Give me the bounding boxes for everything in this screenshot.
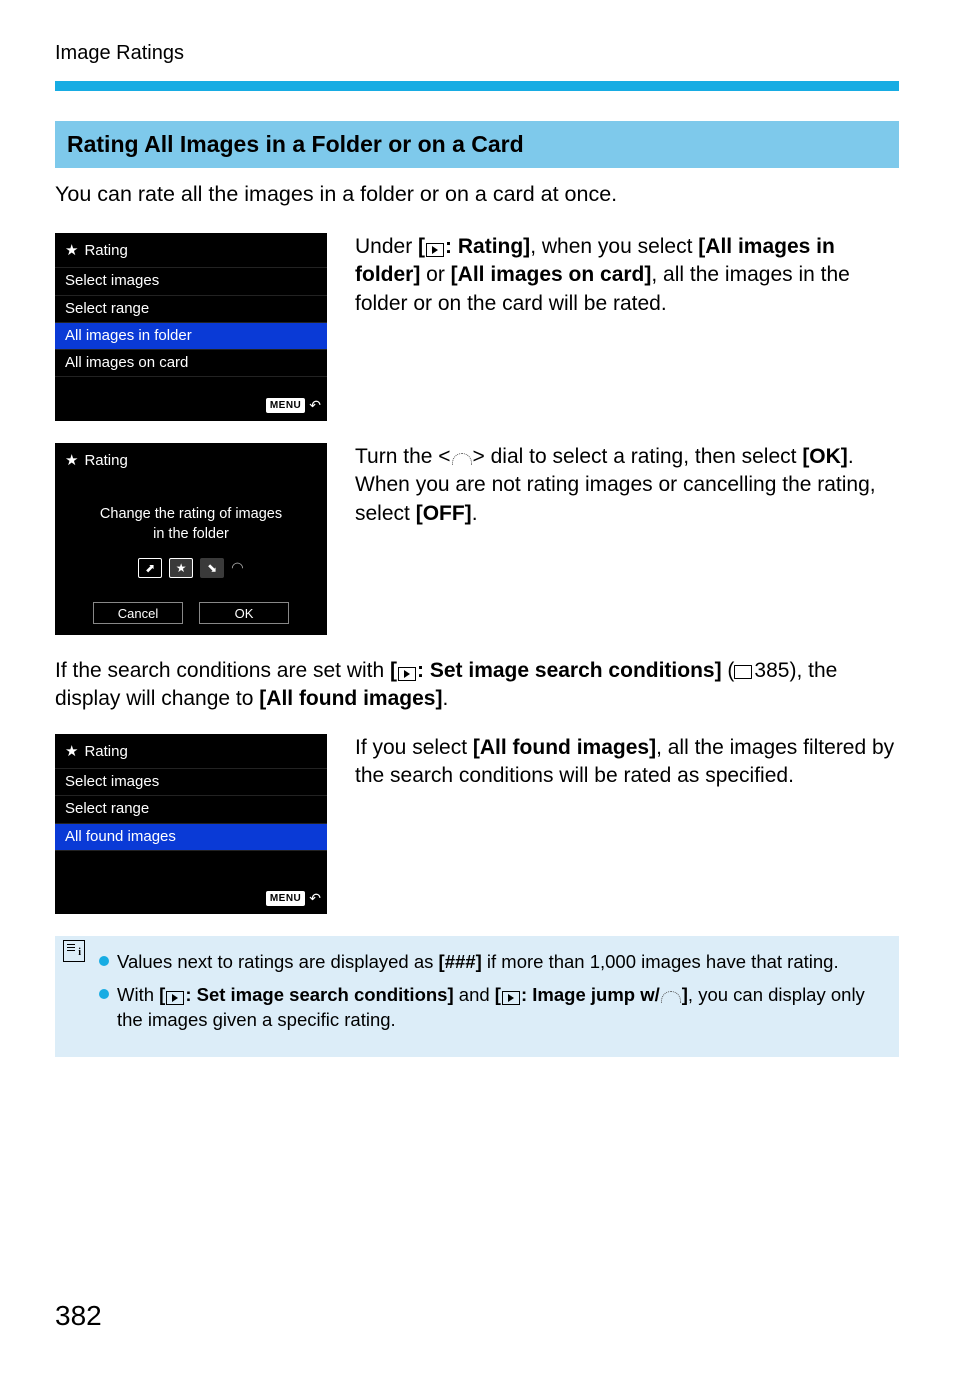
t: > dial to select a rating, then select (473, 445, 803, 468)
page-number: 382 (55, 1297, 899, 1335)
t: . (472, 502, 478, 525)
t: Under (355, 235, 418, 258)
menu-item[interactable]: Select images (55, 268, 327, 295)
note-item: Values next to ratings are displayed as … (99, 950, 883, 975)
row-screen2: ★ Rating Change the rating of images in … (55, 443, 899, 635)
t: [ (495, 984, 501, 1005)
t: : Set image search conditions] (417, 659, 722, 682)
para3: If the search conditions are set with [:… (55, 657, 899, 714)
t: With (117, 984, 159, 1005)
screen2-title-text: Rating (84, 451, 127, 471)
menu-item-selected[interactable]: All found images (55, 824, 327, 851)
t: [All found images] (259, 687, 442, 710)
screen3-menu: Select images Select range All found ima… (55, 768, 327, 851)
screen2-line2: in the folder (65, 525, 317, 545)
t: Turn the < (355, 445, 451, 468)
playback-icon (426, 243, 444, 257)
dial-icon (661, 991, 681, 1003)
menu-item[interactable]: Select range (55, 796, 327, 823)
t: , when you select (530, 235, 698, 258)
dial-icon: ◠ (231, 559, 244, 579)
page-header-label: Image Ratings (55, 40, 899, 67)
screen2-body: Change the rating of images in the folde… (55, 477, 327, 624)
block2-text: Turn the < > dial to select a rating, the… (355, 443, 899, 528)
dial-icon (452, 453, 472, 465)
t: [ (390, 659, 397, 682)
section-title: Rating All Images in a Folder or on a Ca… (55, 121, 899, 168)
book-icon (734, 665, 752, 679)
t: ( (722, 659, 735, 682)
star-icon: ★ (65, 241, 78, 261)
row-screen3: ★ Rating Select images Select range All … (55, 734, 899, 914)
t: [OK] (802, 445, 848, 468)
note-box: Values next to ratings are displayed as … (55, 936, 899, 1057)
menu-item[interactable]: Select range (55, 296, 327, 323)
menu-chip: MENU (266, 891, 305, 907)
t: [All images on card] (451, 263, 652, 286)
t: If you select (355, 736, 473, 759)
block3-text: If you select [All found images], all th… (355, 734, 899, 791)
t: if more than 1,000 images have that rati… (482, 951, 839, 972)
t: Values next to ratings are displayed as (117, 951, 439, 972)
rating-selector[interactable]: ⬈ ★ ⬊ ◠ (65, 558, 317, 578)
t: or (420, 263, 450, 286)
t: [###] (439, 951, 482, 972)
t: . (442, 687, 448, 710)
screen3-title: ★ Rating (55, 734, 327, 768)
screen1-menu: Select images Select range All images in… (55, 267, 327, 377)
screen2-line1: Change the rating of images (65, 505, 317, 525)
t: : Image jump w/ (521, 984, 660, 1005)
intro-text: You can rate all the images in a folder … (55, 180, 899, 209)
t: [ (159, 984, 165, 1005)
camera-screen-found-images: ★ Rating Select images Select range All … (55, 734, 327, 914)
camera-screen-confirm: ★ Rating Change the rating of images in … (55, 443, 327, 635)
t: : Set image search conditions] (185, 984, 453, 1005)
sel-box: ⬊ (200, 558, 224, 578)
header-bar (55, 81, 899, 91)
sel-box: ★ (169, 558, 193, 578)
row-screen1: ★ Rating Select images Select range All … (55, 233, 899, 421)
screen1-title: ★ Rating (55, 233, 327, 267)
return-arrow-icon: ↶ (309, 889, 321, 908)
t: : Rating] (445, 235, 530, 258)
star-icon: ★ (65, 742, 78, 762)
t: [OFF] (416, 502, 472, 525)
page-ref: 385 (754, 659, 789, 682)
screen2-title: ★ Rating (55, 443, 327, 477)
t: . (848, 445, 854, 468)
menu-item[interactable]: All images on card (55, 350, 327, 377)
ok-button[interactable]: OK (199, 602, 289, 624)
sel-box: ⬈ (138, 558, 162, 578)
return-arrow-icon: ↶ (309, 396, 321, 415)
cancel-button[interactable]: Cancel (93, 602, 183, 624)
menu-return-button[interactable]: MENU ↶ (266, 396, 321, 415)
t: and (454, 984, 495, 1005)
camera-screen-rating-menu: ★ Rating Select images Select range All … (55, 233, 327, 421)
t: [All found images] (473, 736, 656, 759)
playback-icon (398, 667, 416, 681)
note-item: With [ : Set image search conditions] and… (99, 983, 883, 1033)
menu-item[interactable]: Select images (55, 769, 327, 796)
menu-chip: MENU (266, 398, 305, 414)
menu-item-selected[interactable]: All images in folder (55, 323, 327, 350)
block1-text: Under [ : Rating], when you select [All i… (355, 233, 899, 318)
star-icon: ★ (65, 451, 78, 471)
menu-return-button[interactable]: MENU ↶ (266, 889, 321, 908)
t: If the search conditions are set with (55, 659, 390, 682)
note-icon (63, 940, 85, 962)
playback-icon (166, 991, 184, 1005)
playback-icon (502, 991, 520, 1005)
screen1-title-text: Rating (84, 241, 127, 261)
t: [ (418, 235, 425, 258)
screen3-title-text: Rating (84, 742, 127, 762)
